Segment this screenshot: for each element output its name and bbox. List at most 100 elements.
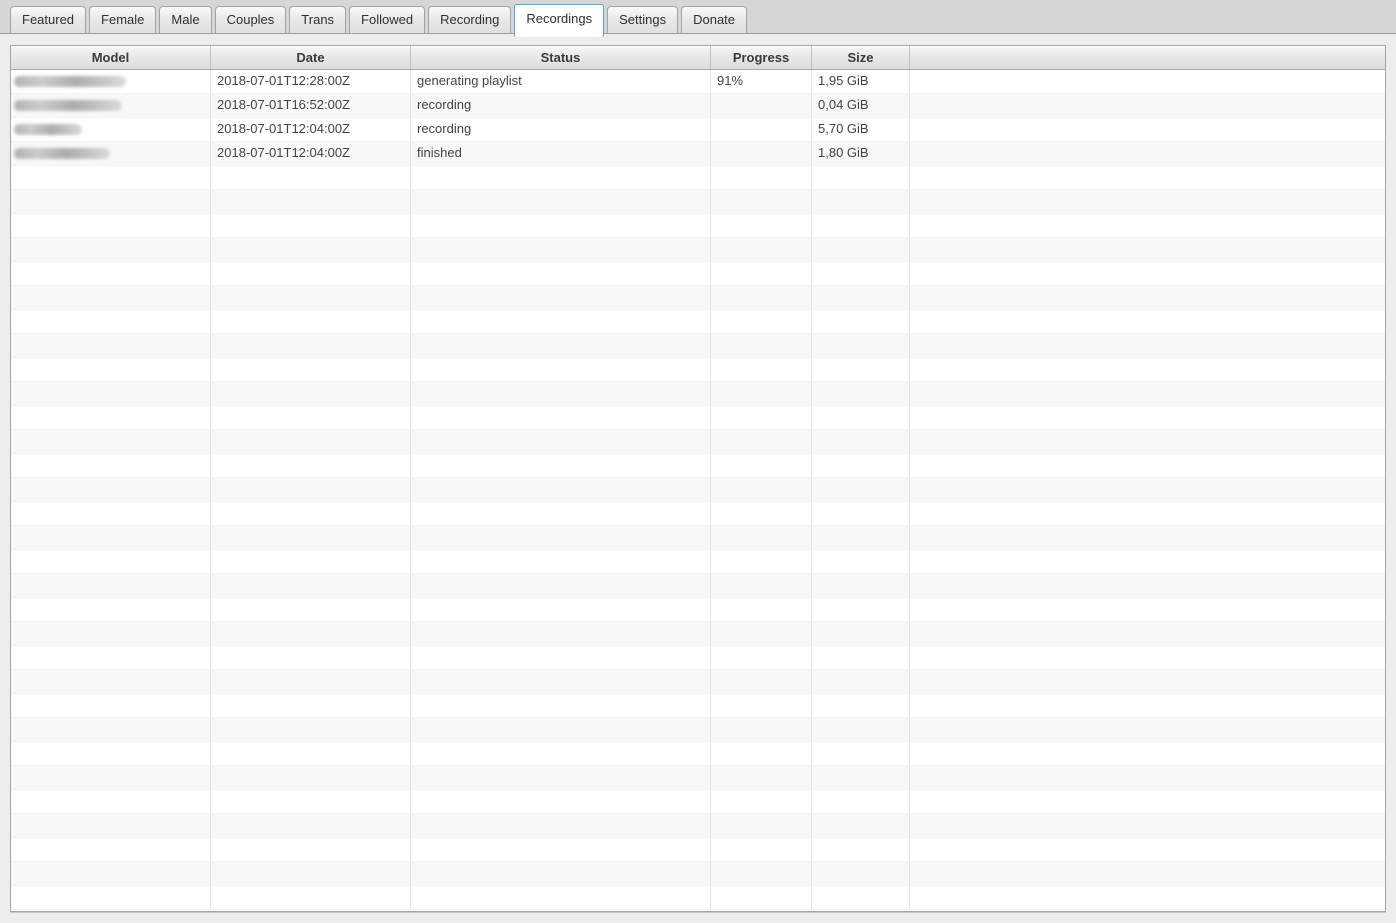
recording-row[interactable]: 2018-07-01T12:04:00Z finished 1,80 GiB bbox=[11, 142, 1385, 166]
recording-row[interactable]: 2018-07-01T12:04:00Z recording 5,70 GiB bbox=[11, 118, 1385, 142]
date-cell bbox=[211, 622, 411, 645]
column-header-status[interactable]: Status bbox=[411, 46, 711, 69]
model-name-redacted bbox=[14, 148, 110, 159]
model-name-redacted bbox=[14, 76, 126, 87]
status-cell bbox=[411, 838, 711, 861]
empty-row bbox=[11, 670, 1385, 694]
status-cell bbox=[411, 310, 711, 333]
date-cell bbox=[211, 718, 411, 741]
status-cell bbox=[411, 214, 711, 237]
size-cell bbox=[812, 334, 910, 357]
status-cell bbox=[411, 526, 711, 549]
filler-cell bbox=[910, 526, 1385, 549]
progress-cell bbox=[711, 862, 812, 885]
empty-row bbox=[11, 622, 1385, 646]
date-cell: 2018-07-01T12:28:00Z bbox=[211, 70, 411, 93]
model-cell bbox=[11, 478, 211, 501]
column-header-filler[interactable] bbox=[910, 46, 1385, 69]
status-cell bbox=[411, 502, 711, 525]
model-cell bbox=[11, 262, 211, 285]
filler-cell bbox=[910, 718, 1385, 741]
tab-donate[interactable]: Donate bbox=[681, 6, 748, 33]
progress-cell bbox=[711, 574, 812, 597]
filler-cell bbox=[910, 454, 1385, 477]
empty-row bbox=[11, 358, 1385, 382]
empty-row bbox=[11, 430, 1385, 454]
status-cell bbox=[411, 862, 711, 885]
filler-cell bbox=[910, 358, 1385, 381]
filler-cell bbox=[910, 550, 1385, 573]
tab-featured[interactable]: Featured bbox=[10, 6, 87, 33]
size-cell: 1,95 GiB bbox=[812, 70, 910, 93]
status-cell: finished bbox=[411, 142, 711, 165]
progress-cell bbox=[711, 166, 812, 189]
model-cell bbox=[11, 238, 211, 261]
size-cell bbox=[812, 262, 910, 285]
tab-settings[interactable]: Settings bbox=[607, 6, 679, 33]
tab-couples[interactable]: Couples bbox=[214, 6, 287, 33]
tab-recordings[interactable]: Recordings bbox=[514, 4, 605, 37]
date-cell bbox=[211, 838, 411, 861]
date-cell bbox=[211, 694, 411, 717]
filler-cell bbox=[910, 838, 1385, 861]
progress-cell bbox=[711, 886, 812, 909]
filler-cell bbox=[910, 646, 1385, 669]
tab-male[interactable]: Male bbox=[159, 6, 212, 33]
column-header-size[interactable]: Size bbox=[812, 46, 910, 69]
model-cell bbox=[11, 742, 211, 765]
model-cell bbox=[11, 550, 211, 573]
filler-cell bbox=[910, 190, 1385, 213]
tab-recording[interactable]: Recording bbox=[428, 6, 512, 33]
empty-row bbox=[11, 598, 1385, 622]
date-cell bbox=[211, 574, 411, 597]
progress-cell bbox=[711, 406, 812, 429]
empty-row bbox=[11, 238, 1385, 262]
progress-cell bbox=[711, 526, 812, 549]
progress-cell bbox=[711, 622, 812, 645]
empty-row bbox=[11, 286, 1385, 310]
size-cell bbox=[812, 550, 910, 573]
filler-cell bbox=[910, 670, 1385, 693]
empty-row bbox=[11, 886, 1385, 910]
status-cell: generating playlist bbox=[411, 70, 711, 93]
filler-cell bbox=[910, 310, 1385, 333]
date-cell bbox=[211, 190, 411, 213]
size-cell bbox=[812, 886, 910, 909]
model-cell bbox=[11, 166, 211, 189]
progress-cell bbox=[711, 550, 812, 573]
date-cell bbox=[211, 598, 411, 621]
model-cell bbox=[11, 94, 211, 117]
recordings-table: Model Date Status Progress Size 2018-07-01T1… bbox=[10, 45, 1386, 912]
model-cell bbox=[11, 382, 211, 405]
date-cell bbox=[211, 334, 411, 357]
progress-cell bbox=[711, 190, 812, 213]
filler-cell bbox=[910, 574, 1385, 597]
column-header-model[interactable]: Model bbox=[11, 46, 211, 69]
tab-followed[interactable]: Followed bbox=[349, 6, 426, 33]
date-cell: 2018-07-01T12:04:00Z bbox=[211, 118, 411, 141]
recording-row[interactable]: 2018-07-01T16:52:00Z recording 0,04 GiB bbox=[11, 94, 1385, 118]
size-cell bbox=[812, 166, 910, 189]
status-cell bbox=[411, 790, 711, 813]
filler-cell bbox=[910, 286, 1385, 309]
column-header-date[interactable]: Date bbox=[211, 46, 411, 69]
date-cell bbox=[211, 814, 411, 837]
column-header-label: Progress bbox=[732, 50, 790, 65]
status-cell bbox=[411, 550, 711, 573]
filler-cell bbox=[910, 118, 1385, 141]
tab-trans[interactable]: Trans bbox=[289, 6, 347, 33]
filler-cell bbox=[910, 790, 1385, 813]
column-header-progress[interactable]: Progress bbox=[711, 46, 812, 69]
size-cell bbox=[812, 190, 910, 213]
table-body: 2018-07-01T12:28:00Z generating playlist 9… bbox=[11, 70, 1385, 910]
progress-cell bbox=[711, 238, 812, 261]
filler-cell bbox=[910, 622, 1385, 645]
tab-female[interactable]: Female bbox=[89, 6, 157, 33]
model-cell bbox=[11, 190, 211, 213]
date-cell bbox=[211, 862, 411, 885]
status-cell bbox=[411, 646, 711, 669]
filler-cell bbox=[910, 862, 1385, 885]
progress-cell bbox=[711, 358, 812, 381]
recording-row[interactable]: 2018-07-01T12:28:00Z generating playlist 9… bbox=[11, 70, 1385, 94]
model-cell bbox=[11, 814, 211, 837]
